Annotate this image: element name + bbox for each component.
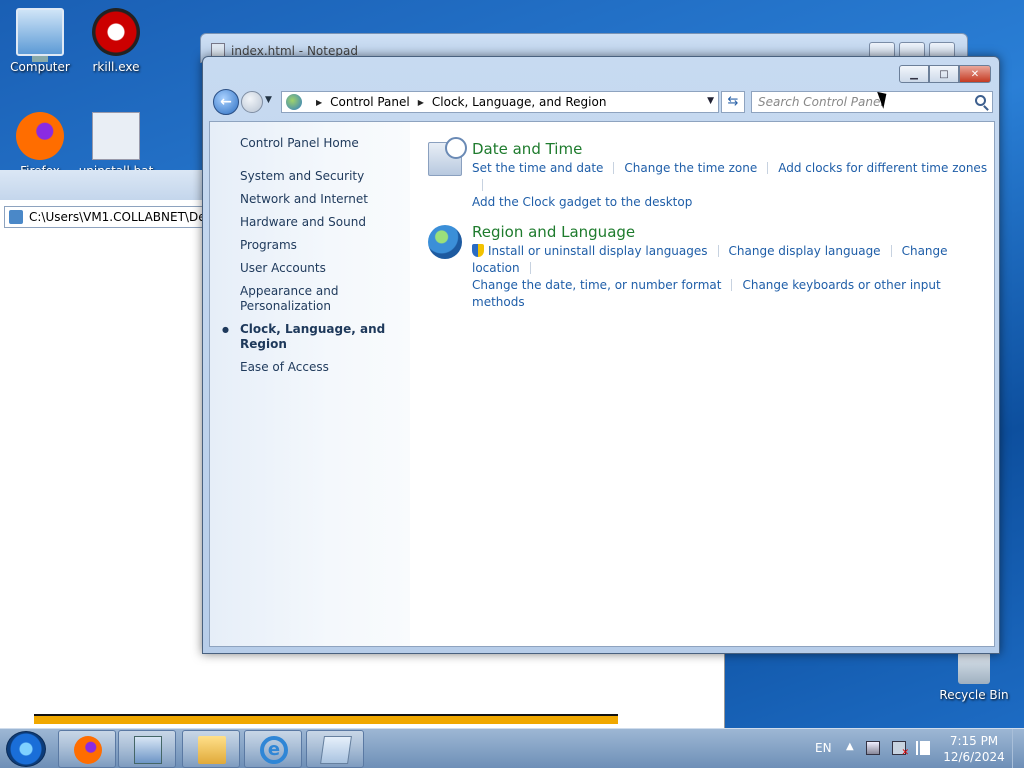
search-icon[interactable] bbox=[975, 95, 986, 106]
firefox-icon bbox=[74, 736, 102, 764]
chevron-right-icon[interactable]: ▶ bbox=[418, 98, 424, 107]
explorer-path-text: C:\Users\VM1.COLLABNET\Desk bbox=[29, 210, 204, 224]
desktop-icon-rkill[interactable]: rkill.exe bbox=[78, 8, 154, 74]
desktop-icon-computer[interactable]: Computer bbox=[2, 8, 78, 74]
clock-date: 12/6/2024 bbox=[943, 750, 1005, 764]
notepad-icon bbox=[211, 43, 225, 57]
taskbar: e EN ▲ 7:15 PM 12/6/2024 bbox=[0, 728, 1024, 768]
sidebar-control-panel-home[interactable]: Control Panel Home bbox=[240, 136, 359, 150]
taskbar-firefox[interactable] bbox=[58, 730, 116, 768]
sidebar: Control Panel Home System and Security N… bbox=[210, 122, 410, 646]
desktop-icon-uninstall-bat[interactable]: uninstall.bat bbox=[78, 112, 154, 178]
remote-desktop-icon bbox=[134, 736, 162, 764]
control-panel-window[interactable]: ▁ □ ✕ ← ▼ ▶ Control Panel ▶ Clock, Langu… bbox=[202, 56, 1000, 654]
sidebar-item-system-security[interactable]: System and Security bbox=[240, 169, 405, 184]
link-add-clock-gadget[interactable]: Add the Clock gadget to the desktop bbox=[472, 195, 692, 209]
recycle-bin-icon bbox=[958, 652, 990, 684]
link-divider bbox=[767, 162, 769, 174]
category-region-language: Region and Language Install or uninstall… bbox=[428, 223, 988, 311]
internet-explorer-icon: e bbox=[260, 736, 288, 764]
recent-pages-dropdown[interactable]: ▼ bbox=[265, 95, 272, 105]
volume-muted-icon[interactable] bbox=[892, 741, 909, 758]
rkill-icon bbox=[92, 8, 140, 56]
back-button[interactable]: ← bbox=[213, 89, 239, 115]
link-divider bbox=[482, 179, 483, 191]
clock-time: 7:15 PM bbox=[949, 734, 999, 748]
action-center-flag-icon[interactable] bbox=[916, 741, 930, 755]
link-change-formats[interactable]: Change the date, time, or number format bbox=[472, 278, 721, 292]
control-panel-icon bbox=[286, 94, 302, 110]
taskbar-remote-desktop[interactable] bbox=[118, 730, 176, 768]
taskbar-explorer[interactable] bbox=[182, 730, 240, 768]
forward-button[interactable] bbox=[241, 91, 263, 113]
link-divider bbox=[717, 245, 719, 257]
address-dropdown-icon[interactable]: ▼ bbox=[707, 96, 714, 106]
main-panel: Date and Time Set the time and date Chang… bbox=[428, 137, 988, 323]
progress-strip bbox=[34, 714, 618, 724]
link-divider bbox=[731, 279, 733, 291]
maximize-button[interactable]: □ bbox=[929, 65, 959, 83]
breadcrumb-control-panel[interactable]: Control Panel bbox=[330, 95, 410, 109]
navigation-bar: ← ▼ ▶ Control Panel ▶ Clock, Language, a… bbox=[211, 89, 993, 115]
link-divider bbox=[613, 162, 615, 174]
link-change-display-language[interactable]: Change display language bbox=[729, 244, 881, 258]
taskbar-internet-explorer[interactable]: e bbox=[244, 730, 302, 768]
content-area: Control Panel Home System and Security N… bbox=[209, 121, 995, 647]
folder-icon bbox=[198, 736, 226, 764]
category-date-time: Date and Time Set the time and date Chang… bbox=[428, 137, 988, 211]
desktop-icon-label: Computer bbox=[10, 60, 70, 74]
link-change-time-zone[interactable]: Change the time zone bbox=[624, 161, 757, 175]
link-set-time-date[interactable]: Set the time and date bbox=[472, 161, 603, 175]
breadcrumb-clock-language-region[interactable]: Clock, Language, and Region bbox=[432, 95, 607, 109]
refresh-button[interactable]: ⇆ bbox=[721, 91, 745, 113]
desktop-icon-label: Recycle Bin bbox=[939, 688, 1009, 702]
address-bar[interactable]: ▶ Control Panel ▶ Clock, Language, and R… bbox=[281, 91, 719, 113]
sidebar-item-network-internet[interactable]: Network and Internet bbox=[240, 192, 405, 207]
show-desktop-button[interactable] bbox=[1012, 729, 1024, 768]
sidebar-list: System and Security Network and Internet… bbox=[222, 169, 405, 383]
globe-icon[interactable] bbox=[428, 225, 462, 259]
sidebar-item-hardware-sound[interactable]: Hardware and Sound bbox=[240, 215, 405, 230]
close-button[interactable]: ✕ bbox=[959, 65, 991, 83]
network-icon[interactable] bbox=[866, 741, 880, 755]
search-input[interactable]: Search Control Panel bbox=[751, 91, 993, 113]
taskbar-notepad[interactable] bbox=[306, 730, 364, 768]
chevron-right-icon[interactable]: ▶ bbox=[316, 98, 322, 107]
calendar-clock-icon[interactable] bbox=[428, 137, 467, 176]
computer-icon bbox=[16, 8, 64, 62]
desktop-icon-recycle-bin[interactable]: Recycle Bin bbox=[936, 652, 1012, 702]
uac-shield-icon bbox=[472, 244, 484, 257]
explorer-address-bar[interactable]: C:\Users\VM1.COLLABNET\Desk bbox=[4, 206, 204, 228]
sidebar-item-user-accounts[interactable]: User Accounts bbox=[240, 261, 405, 276]
batch-file-icon bbox=[92, 112, 140, 160]
sidebar-item-appearance[interactable]: Appearance and Personalization bbox=[240, 284, 405, 314]
folder-path-icon bbox=[9, 210, 23, 224]
desktop-icon-label: rkill.exe bbox=[92, 60, 140, 74]
system-clock[interactable]: 7:15 PM 12/6/2024 bbox=[940, 733, 1008, 765]
language-indicator[interactable]: EN bbox=[815, 741, 832, 755]
category-title[interactable]: Region and Language bbox=[472, 223, 988, 241]
show-hidden-icons-button[interactable]: ▲ bbox=[846, 741, 854, 752]
start-button[interactable] bbox=[6, 731, 46, 767]
link-divider bbox=[890, 245, 892, 257]
minimize-button[interactable]: ▁ bbox=[899, 65, 929, 83]
firefox-icon bbox=[16, 112, 64, 160]
sidebar-item-programs[interactable]: Programs bbox=[240, 238, 405, 253]
notepad-icon bbox=[320, 736, 352, 764]
link-divider bbox=[529, 262, 531, 274]
link-add-clocks[interactable]: Add clocks for different time zones bbox=[778, 161, 987, 175]
category-title[interactable]: Date and Time bbox=[472, 140, 988, 158]
desktop-icon-firefox[interactable]: Firefox bbox=[2, 112, 78, 178]
search-placeholder: Search Control Panel bbox=[758, 95, 884, 109]
link-install-display-languages[interactable]: Install or uninstall display languages bbox=[488, 244, 708, 258]
sidebar-item-clock-language-region[interactable]: Clock, Language, and Region bbox=[222, 322, 405, 352]
sidebar-item-ease-of-access[interactable]: Ease of Access bbox=[240, 360, 405, 375]
